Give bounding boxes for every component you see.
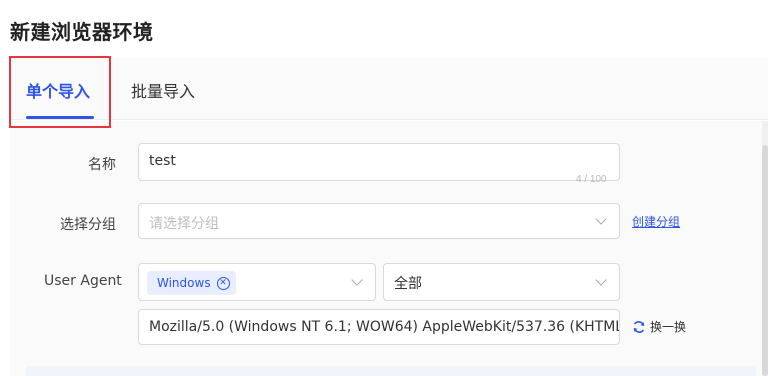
refresh-ua-button[interactable]: 换一换 [632, 318, 686, 335]
refresh-ua-label: 换一换 [650, 320, 687, 334]
chevron-down-icon [351, 274, 363, 286]
version-select[interactable]: 全部 [383, 263, 620, 301]
bottom-section [26, 366, 756, 376]
create-group-link[interactable]: 创建分组 [632, 213, 680, 230]
tab-single-import[interactable]: 单个导入 [26, 78, 90, 102]
scrollbar-thumb[interactable] [762, 145, 768, 376]
version-select-value: 全部 [394, 276, 422, 292]
refresh-icon [633, 320, 645, 333]
active-tab-indicator [26, 116, 94, 119]
group-label: 选择分组 [60, 217, 116, 233]
user-agent-input[interactable]: Mozilla/5.0 (Windows NT 6.1; WOW64) Appl… [138, 309, 620, 345]
name-value: test [149, 153, 176, 169]
os-tag-label: Windows [157, 276, 211, 290]
page-title: 新建浏览器环境 [10, 20, 154, 44]
chevron-down-icon [595, 274, 607, 286]
tab-batch-import[interactable]: 批量导入 [131, 78, 195, 102]
name-char-counter: 4 / 100 [576, 174, 607, 185]
close-circle-icon[interactable]: ✕ [216, 276, 230, 290]
tab-bar: 单个导入 批量导入 [10, 58, 768, 120]
name-input[interactable]: test [138, 143, 620, 181]
chevron-down-icon [595, 213, 607, 225]
user-agent-label: User Agent [44, 273, 122, 289]
user-agent-value: Mozilla/5.0 (Windows NT 6.1; WOW64) Appl… [149, 319, 620, 335]
group-select[interactable]: 请选择分组 [138, 203, 620, 239]
group-placeholder: 请选择分组 [149, 216, 219, 232]
os-tag: Windows ✕ [147, 271, 236, 295]
name-label: 名称 [88, 157, 116, 173]
os-select[interactable]: Windows ✕ [138, 263, 376, 301]
